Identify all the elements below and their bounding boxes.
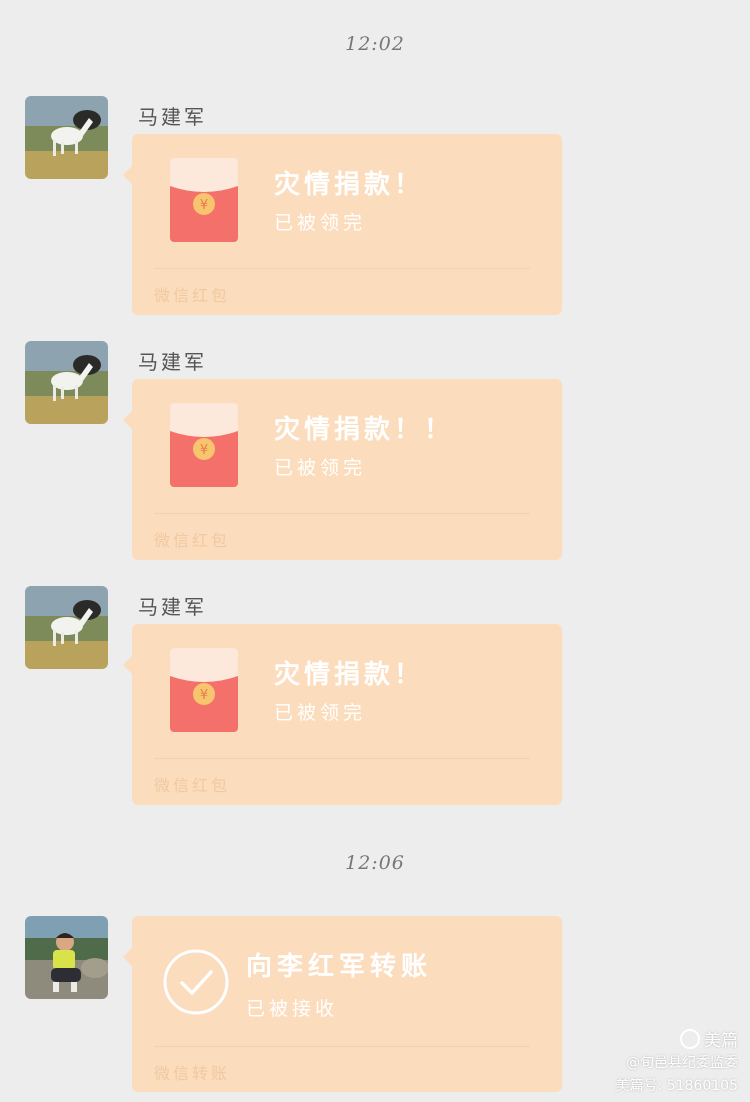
red-packet-footer: 微信红包: [154, 776, 231, 795]
divider: [154, 513, 530, 514]
red-packet-footer: 微信红包: [154, 286, 231, 305]
red-packet-message[interactable]: ¥ 灾情捐款！ 已被领完 微信红包: [123, 134, 562, 315]
red-packet-icon: ¥: [170, 403, 238, 487]
avatar[interactable]: [25, 916, 108, 999]
red-packet-icon: ¥: [170, 648, 238, 732]
transfer-message[interactable]: 向李红军转账 已被接收 微信转账: [123, 916, 562, 1092]
red-packet-footer: 微信红包: [154, 531, 231, 550]
watermark-author: @旬邑县纪委监委: [626, 1055, 738, 1071]
divider: [154, 268, 530, 269]
red-packet-status: 已被领完: [274, 457, 367, 479]
red-packet-title: 灾情捐款！: [274, 660, 425, 690]
transfer-footer: 微信转账: [154, 1064, 231, 1083]
check-circle-icon: [163, 949, 229, 1015]
transfer-title: 向李红军转账: [246, 952, 433, 982]
child-avatar-image: [25, 916, 108, 999]
avatar[interactable]: [25, 586, 108, 669]
transfer-status: 已被接收: [246, 998, 339, 1020]
avatar[interactable]: [25, 96, 108, 179]
timestamp: 12:06: [345, 852, 405, 874]
red-packet-status: 已被领完: [274, 212, 367, 234]
sender-name: 马建军: [138, 350, 207, 374]
sender-name: 马建军: [138, 595, 207, 619]
svg-text:¥: ¥: [200, 198, 208, 213]
watermark-brand: 美篇: [680, 1026, 738, 1051]
svg-text:¥: ¥: [200, 688, 208, 703]
red-packet-message[interactable]: ¥ 灾情捐款！！ 已被领完 微信红包: [123, 379, 562, 560]
red-packet-message[interactable]: ¥ 灾情捐款！ 已被领完 微信红包: [123, 624, 562, 805]
divider: [154, 758, 530, 759]
red-packet-title: 灾情捐款！！: [274, 415, 455, 445]
red-packet-status: 已被领完: [274, 702, 367, 724]
horse-avatar-image: [25, 96, 108, 179]
red-packet-title: 灾情捐款！: [274, 170, 425, 200]
meipian-logo-icon: [680, 1029, 700, 1049]
horse-avatar-image: [25, 586, 108, 669]
svg-text:¥: ¥: [200, 443, 208, 458]
sender-name: 马建军: [138, 105, 207, 129]
avatar[interactable]: [25, 341, 108, 424]
watermark-brand-text: 美篇: [704, 1031, 738, 1051]
divider: [154, 1046, 530, 1047]
red-packet-icon: ¥: [170, 158, 238, 242]
horse-avatar-image: [25, 341, 108, 424]
watermark-id: 美篇号: 51860105: [615, 1078, 738, 1094]
timestamp: 12:02: [345, 33, 405, 55]
